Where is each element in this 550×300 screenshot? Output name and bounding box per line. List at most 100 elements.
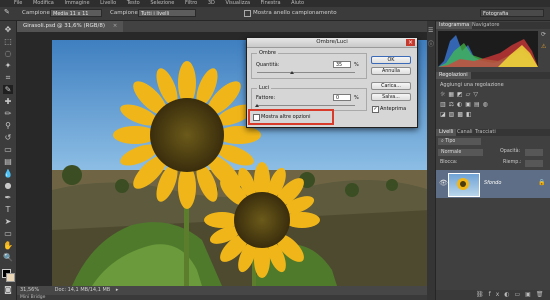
eyedropper-icon[interactable]: ✎ xyxy=(4,8,10,16)
preview-label: Anteprima xyxy=(380,105,407,112)
ok-button[interactable]: OK xyxy=(371,56,411,64)
sample-layers-label: Campione: xyxy=(110,10,140,16)
amount-slider-handle[interactable] xyxy=(290,71,294,74)
menu-window[interactable]: Finestra xyxy=(261,0,281,7)
sample-layers-select[interactable]: Tutti i livelli xyxy=(138,9,196,17)
load-button[interactable]: Carica... xyxy=(371,82,411,90)
pen-tool-icon[interactable]: ✒ xyxy=(3,193,13,202)
menu-file[interactable]: File xyxy=(14,0,22,7)
menu-select[interactable]: Selezione xyxy=(150,0,174,7)
blur-tool-icon[interactable]: 💧 xyxy=(3,169,13,178)
close-dialog-icon[interactable]: × xyxy=(406,39,415,46)
menu-edit[interactable]: Modifica xyxy=(33,0,54,7)
quick-select-tool-icon[interactable]: ✦ xyxy=(3,61,13,70)
menu-3d[interactable]: 3D xyxy=(208,0,215,7)
type-tool-icon[interactable]: T xyxy=(3,205,13,214)
close-tab-icon[interactable]: × xyxy=(113,23,118,29)
toolbox: ✥ ⬚ ◌ ✦ ⌗ ✎ ✚ ✏ ⚲ ↺ ▭ ▤ 💧 ● ✒ T ➤ ▭ ✋ 🔍 … xyxy=(0,21,17,300)
menu-view[interactable]: Visualizza xyxy=(225,0,250,7)
layer-row-background[interactable]: 👁 Sfondo 🔒 xyxy=(436,170,550,198)
factor-slider[interactable] xyxy=(257,105,355,106)
histogram-chart xyxy=(438,31,538,67)
status-bar: 31,56% Doc: 14,1 MB/14,1 MB ▸ xyxy=(17,286,427,295)
mini-bridge-bar: Mini Bridge xyxy=(17,295,427,300)
options-bar: ✎ Campione: Media 11 x 11 Campione: Tutt… xyxy=(0,7,550,21)
sample-size-select[interactable]: Media 11 x 11 xyxy=(50,9,102,17)
show-ring-label: Mostra anello campionamento xyxy=(253,10,337,16)
factor-input[interactable]: 0 xyxy=(333,94,351,101)
show-ring-checkbox[interactable] xyxy=(244,10,251,17)
tab-navigator[interactable]: Navigatore xyxy=(469,22,502,29)
document-tab[interactable]: Girasoli.psd @ 31,6% (RGB/8) × xyxy=(17,21,124,32)
workspace-select[interactable]: Fotografia xyxy=(480,9,544,17)
menu-bar: File Modifica Immagine Livello Testo Sel… xyxy=(0,0,550,7)
save-button[interactable]: Salva... xyxy=(371,93,411,101)
stamp-tool-icon[interactable]: ⚲ xyxy=(3,121,13,130)
document-info: Doc: 14,1 MB/14,1 MB xyxy=(54,287,111,293)
quick-mask-icon[interactable]: ◙ xyxy=(3,285,13,294)
layers-panel-header: Livelli Canali Tracciati xyxy=(436,129,550,136)
move-tool-icon[interactable]: ✥ xyxy=(3,25,13,34)
tab-histogram[interactable]: Istogramma xyxy=(436,22,473,29)
document-tab-bar: Girasoli.psd @ 31,6% (RGB/8) × xyxy=(17,21,427,32)
layer-filter-kind: Tipo xyxy=(445,139,456,144)
histogram-panel-header: Istogramma Navigatore xyxy=(436,22,550,29)
blend-mode-select[interactable]: Normale xyxy=(438,149,483,156)
adjustment-icons-row1[interactable]: ☼▦◩▱▽ xyxy=(440,91,481,98)
factor-unit: % xyxy=(354,95,359,101)
shadows-group-label: Ombre xyxy=(257,50,279,56)
hand-tool-icon[interactable]: ✋ xyxy=(3,241,13,250)
factor-slider-handle[interactable] xyxy=(255,104,259,107)
adjustments-hint: Aggiungi una regolazione xyxy=(440,82,504,88)
zoom-tool-icon[interactable]: 🔍 xyxy=(3,253,13,262)
amount-slider[interactable] xyxy=(257,72,355,73)
sample-size-label: Campione: xyxy=(22,10,52,16)
fill-label: Riemp.: xyxy=(503,160,522,165)
shape-tool-icon[interactable]: ▭ xyxy=(3,229,13,238)
refresh-icon[interactable]: ⟳ xyxy=(541,31,546,38)
zoom-level[interactable]: 31,56% xyxy=(20,287,39,293)
menu-image[interactable]: Immagine xyxy=(64,0,89,7)
marquee-tool-icon[interactable]: ⬚ xyxy=(3,37,13,46)
cancel-button[interactable]: Annulla xyxy=(371,67,411,75)
adjustment-icons-row2[interactable]: ▥⚖◐▣▤◍ xyxy=(440,101,491,108)
status-menu-arrow-icon[interactable]: ▸ xyxy=(116,287,119,293)
lock-label: Blocca: xyxy=(440,160,458,165)
layer-name[interactable]: Sfondo xyxy=(484,180,501,186)
background-color-swatch[interactable] xyxy=(6,273,15,282)
layer-footer-icons[interactable]: ⛓fx◐▭▣🗑 xyxy=(476,291,548,298)
eyedropper-tool-icon[interactable]: ✎ xyxy=(3,85,13,94)
adjustment-icons-row3[interactable]: ◪▨▩◧ xyxy=(440,111,475,118)
layers-panel-footer: ⛓fx◐▭▣🗑 xyxy=(436,290,550,300)
healing-tool-icon[interactable]: ✚ xyxy=(3,97,13,106)
preview-checkbox[interactable]: ✓ xyxy=(372,106,379,113)
layer-thumbnail xyxy=(448,173,480,197)
tab-paths[interactable]: Tracciati xyxy=(472,129,499,136)
layer-filter-select[interactable]: ⌕ Tipo xyxy=(438,138,481,145)
crop-tool-icon[interactable]: ⌗ xyxy=(3,73,13,82)
fill-field[interactable] xyxy=(525,160,543,167)
history-icon[interactable]: ☰ xyxy=(428,27,433,34)
eraser-tool-icon[interactable]: ▭ xyxy=(3,145,13,154)
dodge-tool-icon[interactable]: ● xyxy=(3,181,13,190)
panel-icon-strip: ☰ ⓘ xyxy=(427,21,436,300)
opacity-field[interactable] xyxy=(525,149,543,156)
menu-type[interactable]: Testo xyxy=(127,0,140,7)
gradient-tool-icon[interactable]: ▤ xyxy=(3,157,13,166)
info-icon[interactable]: ⓘ xyxy=(428,39,434,48)
history-brush-icon[interactable]: ↺ xyxy=(3,133,13,142)
warning-icon: ⚠ xyxy=(541,43,547,50)
visibility-eye-icon[interactable]: 👁 xyxy=(439,179,448,187)
amount-unit: % xyxy=(354,62,359,68)
mini-bridge-tab[interactable]: Mini Bridge xyxy=(20,295,45,300)
lasso-tool-icon[interactable]: ◌ xyxy=(3,49,13,58)
tab-adjustments[interactable]: Regolazioni xyxy=(436,72,471,79)
amount-input[interactable]: 35 xyxy=(333,61,351,68)
highlights-group-label: Luci xyxy=(257,85,272,91)
menu-filter[interactable]: Filtro xyxy=(185,0,197,7)
menu-layer[interactable]: Livello xyxy=(100,0,116,7)
path-select-icon[interactable]: ➤ xyxy=(3,217,13,226)
highlight-box xyxy=(248,109,334,125)
menu-help[interactable]: Aiuto xyxy=(291,0,304,7)
brush-tool-icon[interactable]: ✏ xyxy=(3,109,13,118)
